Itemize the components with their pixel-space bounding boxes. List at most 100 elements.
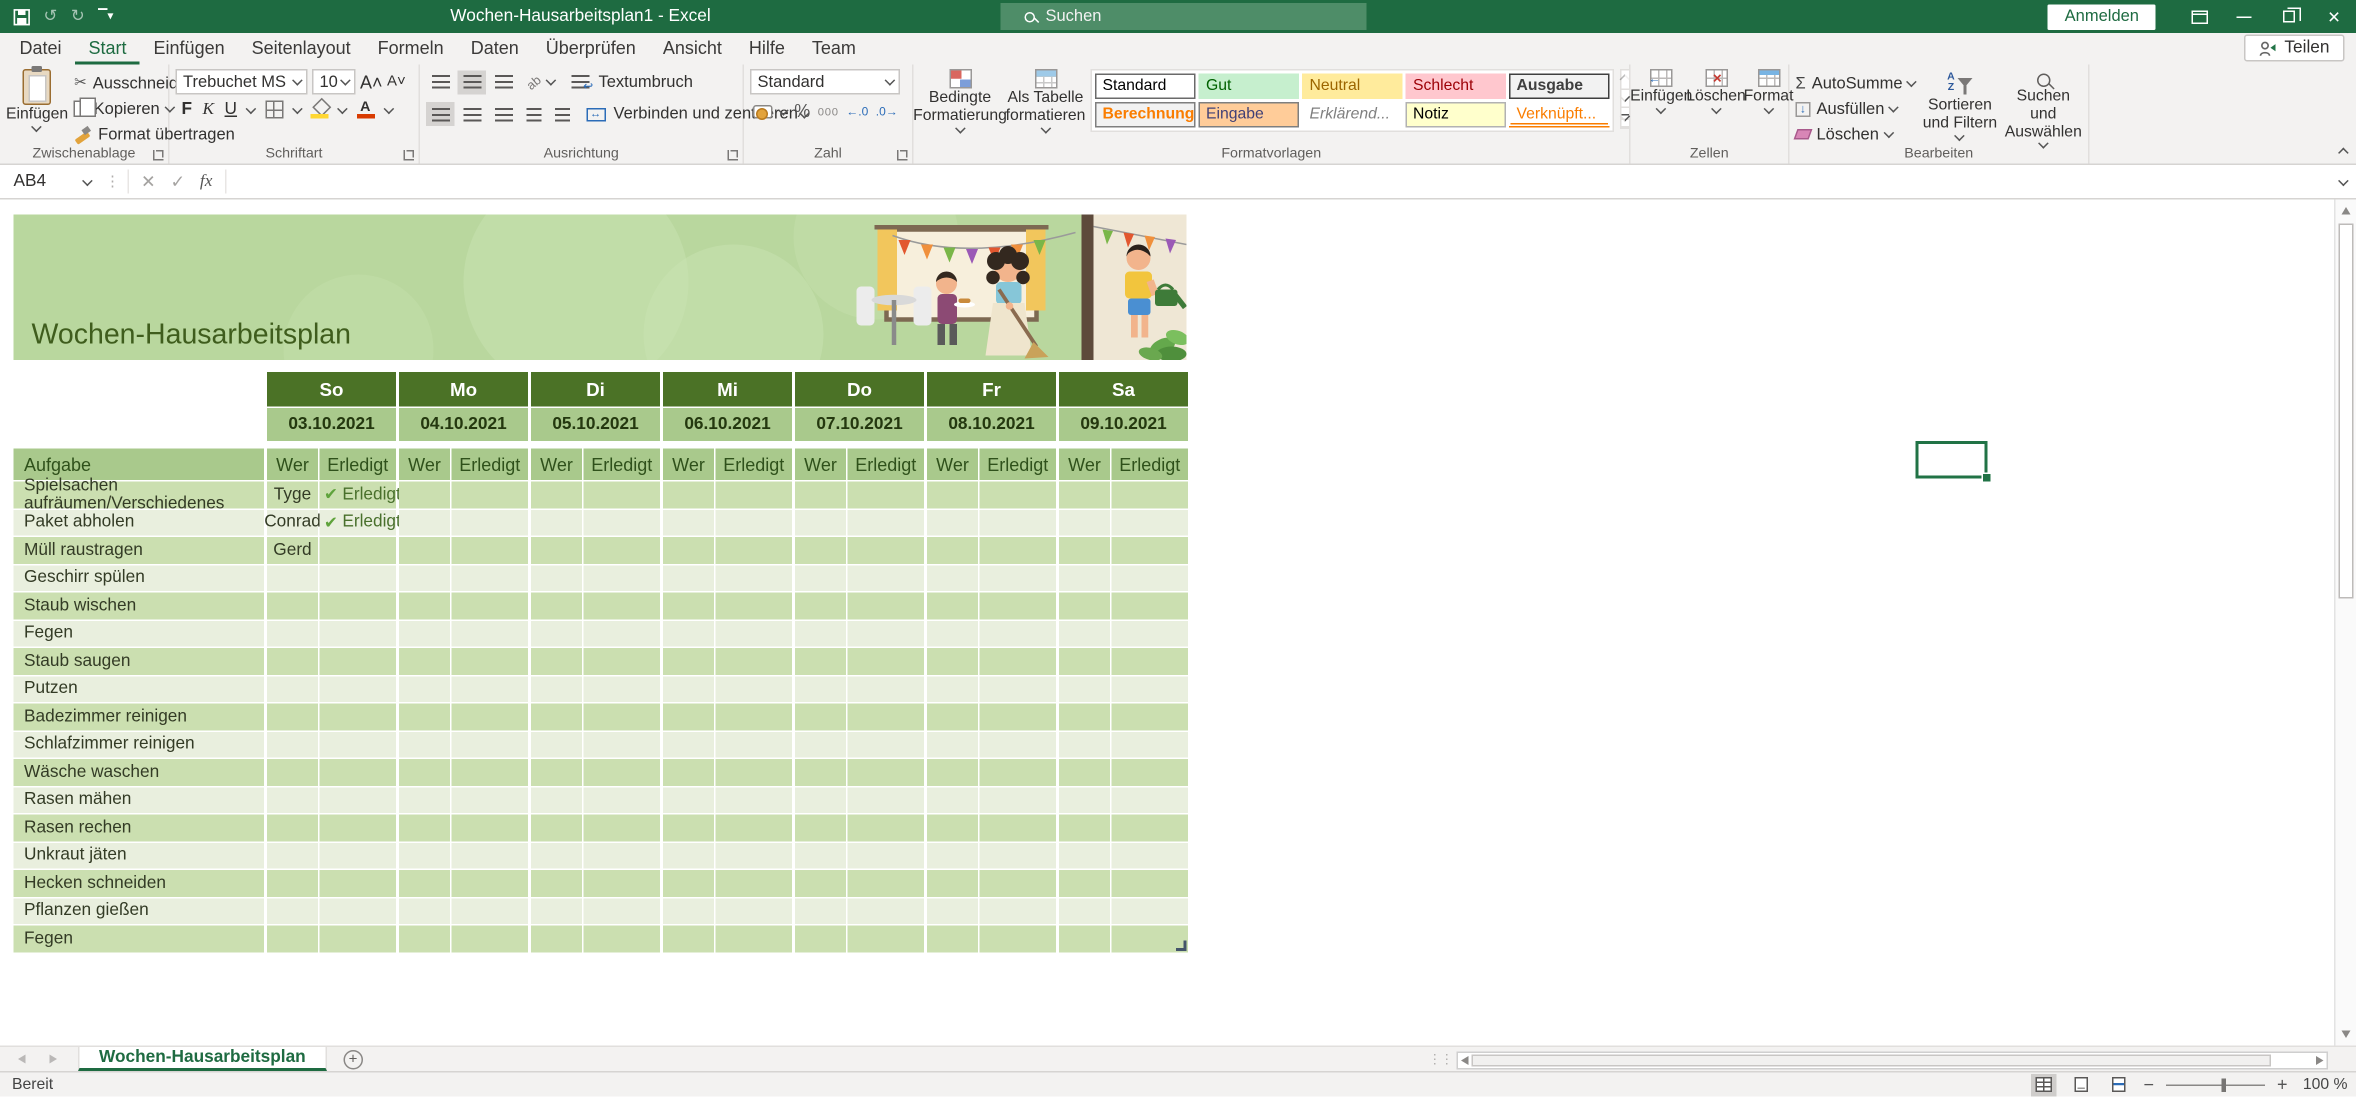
who-cell[interactable]	[531, 898, 582, 924]
tab-formeln[interactable]: Formeln	[364, 33, 457, 65]
who-cell[interactable]: Gerd	[267, 537, 318, 563]
done-cell[interactable]	[320, 898, 397, 924]
ribbon-display-options-button[interactable]	[2177, 0, 2222, 33]
close-button[interactable]: ×	[2312, 0, 2356, 33]
who-cell[interactable]	[927, 759, 978, 785]
who-cell[interactable]	[663, 926, 714, 952]
who-cell[interactable]	[531, 926, 582, 952]
page-break-view-button[interactable]	[2106, 1073, 2132, 1096]
who-cell[interactable]	[399, 676, 450, 702]
who-cell[interactable]	[399, 926, 450, 952]
who-cell[interactable]	[663, 676, 714, 702]
who-cell[interactable]	[399, 565, 450, 591]
done-cell[interactable]	[848, 593, 925, 619]
task-cell[interactable]: Spielsachen aufräumen/Verschiedenes	[14, 482, 265, 508]
done-cell[interactable]	[1112, 898, 1189, 924]
who-cell[interactable]	[531, 787, 582, 813]
done-cell[interactable]	[452, 815, 529, 841]
clear-button[interactable]: Löschen	[1796, 123, 1916, 146]
who-cell[interactable]	[1059, 815, 1110, 841]
done-cell[interactable]	[716, 842, 793, 868]
who-cell[interactable]	[927, 704, 978, 730]
who-header[interactable]: Wer	[531, 449, 582, 481]
gallery-down-icon[interactable]	[1622, 90, 1629, 109]
task-cell[interactable]: Hecken schneiden	[14, 870, 265, 896]
done-cell[interactable]	[452, 926, 529, 952]
done-cell[interactable]	[716, 537, 793, 563]
who-cell[interactable]	[1059, 537, 1110, 563]
done-cell[interactable]	[452, 842, 529, 868]
done-cell[interactable]	[848, 870, 925, 896]
tab-hilfe[interactable]: Hilfe	[735, 33, 798, 65]
who-cell[interactable]	[663, 815, 714, 841]
who-cell[interactable]	[1059, 842, 1110, 868]
cell-style-verknuepft[interactable]: Verknüpft...	[1509, 102, 1610, 128]
day-header[interactable]: Do	[795, 372, 924, 407]
done-cell[interactable]	[584, 731, 661, 757]
done-header[interactable]: Erledigt	[980, 449, 1057, 481]
scroll-down-button[interactable]	[2336, 1023, 2356, 1046]
cell-style-schlecht[interactable]: Schlecht	[1406, 74, 1507, 100]
done-cell[interactable]	[320, 648, 397, 674]
who-cell[interactable]	[927, 815, 978, 841]
who-cell[interactable]	[927, 482, 978, 508]
done-cell[interactable]	[452, 648, 529, 674]
number-dialog-launcher[interactable]	[897, 150, 908, 161]
who-cell[interactable]	[927, 537, 978, 563]
who-cell[interactable]: Tyge	[267, 482, 318, 508]
done-cell[interactable]	[452, 787, 529, 813]
done-cell[interactable]	[452, 509, 529, 535]
day-header[interactable]: Mo	[399, 372, 528, 407]
scroll-left-icon[interactable]	[1461, 1055, 1469, 1064]
who-cell[interactable]	[795, 620, 846, 646]
name-box-splitter[interactable]: ⋮	[99, 173, 128, 190]
task-column-header[interactable]: Aufgabe	[14, 449, 265, 481]
chevron-down-icon[interactable]	[292, 103, 302, 113]
who-cell[interactable]	[267, 593, 318, 619]
who-cell[interactable]	[531, 565, 582, 591]
who-cell[interactable]	[399, 870, 450, 896]
task-cell[interactable]: Staub wischen	[14, 593, 265, 619]
decrease-indent-icon[interactable]	[521, 102, 547, 126]
done-cell[interactable]	[584, 870, 661, 896]
who-cell[interactable]	[1059, 648, 1110, 674]
done-cell[interactable]	[1112, 759, 1189, 785]
who-cell[interactable]	[927, 898, 978, 924]
cell-style-erklaerend[interactable]: Erklärend...	[1302, 102, 1403, 128]
done-cell[interactable]	[848, 704, 925, 730]
task-cell[interactable]: Unkraut jäten	[14, 842, 265, 868]
font-size-select[interactable]: 10	[312, 69, 356, 95]
orientation-icon[interactable]: ab	[521, 69, 546, 95]
day-header[interactable]: So	[267, 372, 396, 407]
task-cell[interactable]: Rasen mähen	[14, 787, 265, 813]
format-cells-button[interactable]: Format	[1746, 69, 1791, 111]
borders-icon[interactable]	[265, 101, 283, 119]
done-cell[interactable]	[848, 509, 925, 535]
align-left-icon[interactable]	[426, 102, 455, 126]
who-cell[interactable]	[399, 482, 450, 508]
who-cell[interactable]	[531, 593, 582, 619]
done-cell[interactable]	[584, 593, 661, 619]
horizontal-scroll-track[interactable]	[1457, 1051, 2329, 1069]
done-cell[interactable]	[320, 731, 397, 757]
date-cell[interactable]: 09.10.2021	[1059, 408, 1188, 441]
who-cell[interactable]	[267, 676, 318, 702]
who-cell[interactable]	[927, 731, 978, 757]
done-cell[interactable]	[452, 870, 529, 896]
who-cell[interactable]	[927, 593, 978, 619]
who-cell[interactable]	[927, 509, 978, 535]
who-cell[interactable]	[663, 759, 714, 785]
done-cell[interactable]	[584, 815, 661, 841]
done-cell[interactable]	[452, 482, 529, 508]
done-cell[interactable]	[452, 620, 529, 646]
done-cell[interactable]	[980, 898, 1057, 924]
who-cell[interactable]	[1059, 482, 1110, 508]
who-cell[interactable]	[267, 926, 318, 952]
done-cell[interactable]	[980, 787, 1057, 813]
who-cell[interactable]	[927, 565, 978, 591]
chevron-down-icon[interactable]	[383, 103, 393, 113]
done-cell[interactable]	[1112, 787, 1189, 813]
zoom-in-button[interactable]: +	[2277, 1074, 2288, 1095]
who-cell[interactable]	[1059, 676, 1110, 702]
font-name-select[interactable]: Trebuchet MS	[176, 69, 308, 95]
